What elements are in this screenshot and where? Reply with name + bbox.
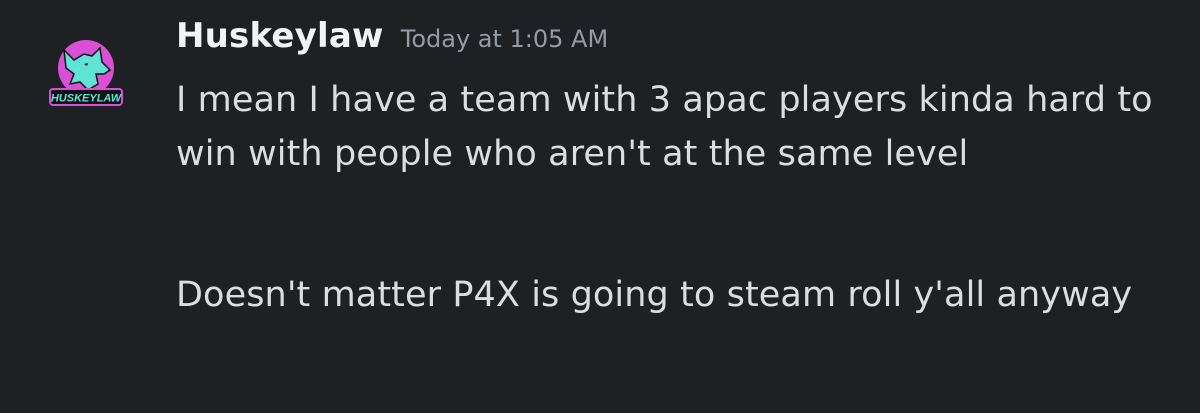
avatar-text: HUSKEYLAW: [51, 93, 123, 105]
message-timestamp[interactable]: Today at 1:05 AM: [401, 25, 608, 53]
message-text: I mean I have a team with 3 apac players…: [176, 80, 1153, 174]
chat-message-view: HUSKEYLAW Huskeylaw Today at 1:05 AM I m…: [0, 0, 1200, 413]
message-text: Doesn't matter P4X is going to steam rol…: [176, 275, 1133, 315]
author-username[interactable]: Huskeylaw: [176, 16, 384, 56]
message-header: Huskeylaw Today at 1:05 AM: [176, 16, 608, 56]
wolf-logo-icon: HUSKEYLAW: [40, 30, 132, 122]
avatar[interactable]: HUSKEYLAW: [40, 30, 132, 122]
